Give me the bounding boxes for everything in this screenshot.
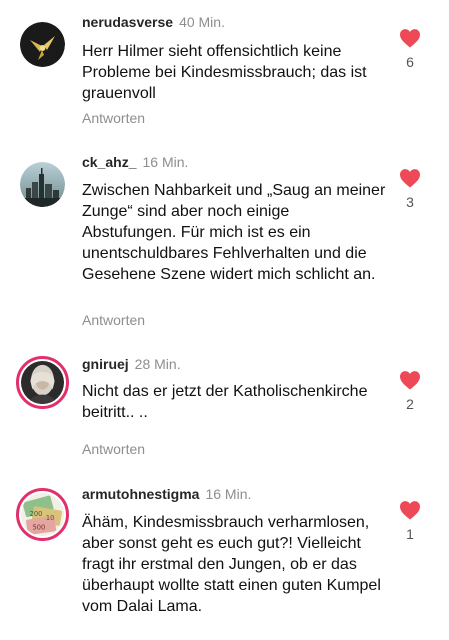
avatar-with-story-ring[interactable]	[16, 356, 69, 409]
golden-ornament-avatar-icon	[20, 22, 65, 67]
timestamp: 16 Min.	[142, 154, 189, 170]
comment-meta: armutohnestigma 16 Min.	[82, 486, 251, 502]
comment-text: Ähäm, Kindesmissbrauch verharmlosen, abe…	[82, 514, 381, 615]
comment-meta: gniruej 28 Min.	[82, 356, 181, 372]
comment-meta: nerudasverse 40 Min.	[82, 14, 225, 30]
like-count: 2	[406, 396, 414, 412]
svg-text:500: 500	[32, 523, 45, 531]
avatar-with-story-ring[interactable]: 200 10 500	[16, 488, 69, 541]
heart-icon	[400, 169, 420, 188]
like-button[interactable]: 1	[395, 500, 425, 542]
timestamp: 28 Min.	[134, 356, 181, 372]
comment-text: Zwischen Nahbarkeit und „Saug an meiner …	[82, 182, 386, 283]
like-button[interactable]: 6	[395, 28, 425, 70]
heart-icon	[400, 29, 420, 48]
like-button[interactable]: 3	[395, 168, 425, 210]
reply-button[interactable]: Antworten	[82, 110, 145, 126]
city-skyline-avatar-icon	[20, 162, 65, 207]
comment-text: Herr Hilmer sieht offensichtlich keine P…	[82, 43, 367, 102]
comment-meta: ck_ahz_ 16 Min.	[82, 154, 188, 170]
avatar[interactable]	[20, 22, 65, 67]
reply-button[interactable]: Antworten	[82, 441, 145, 457]
comment-text: Nicht das er jetzt der Katholischenkirch…	[82, 383, 368, 421]
username[interactable]: gniruej	[82, 356, 129, 372]
banknotes-avatar-icon: 200 10 500	[21, 493, 64, 536]
like-count: 1	[406, 526, 414, 542]
like-button[interactable]: 2	[395, 370, 425, 412]
avatar[interactable]	[20, 162, 65, 207]
timestamp: 40 Min.	[179, 14, 225, 30]
username[interactable]: nerudasverse	[82, 14, 173, 30]
timestamp: 16 Min.	[205, 486, 252, 502]
svg-text:10: 10	[46, 514, 55, 522]
portrait-photo-avatar-icon	[21, 361, 64, 404]
heart-icon	[400, 371, 420, 390]
heart-icon	[400, 501, 420, 520]
like-count: 3	[406, 194, 414, 210]
username[interactable]: ck_ahz_	[82, 154, 136, 170]
reply-button[interactable]: Antworten	[82, 312, 145, 328]
svg-text:200: 200	[30, 510, 43, 518]
like-count: 6	[406, 54, 414, 70]
username[interactable]: armutohnestigma	[82, 486, 199, 502]
